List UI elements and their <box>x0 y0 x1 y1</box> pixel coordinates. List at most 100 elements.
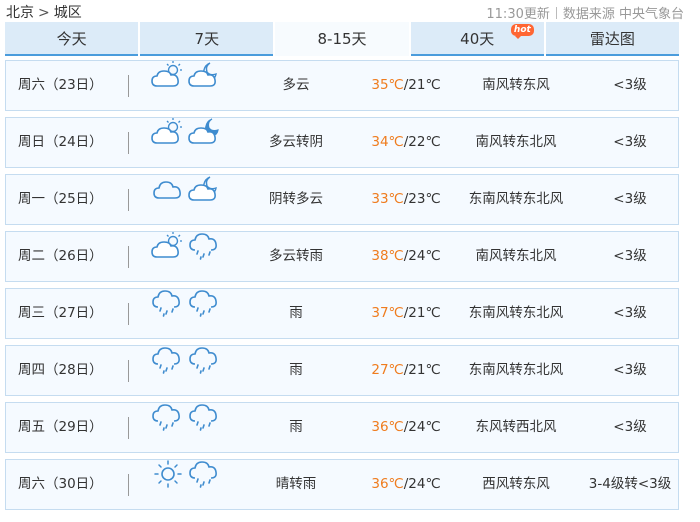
breadcrumb-separator: > <box>38 5 50 21</box>
weather-icons <box>151 460 225 509</box>
wind-direction: 西风转东风 <box>482 476 550 492</box>
forecast-tabs: 今天 7天 8-15天 40天 hot 雷达图 <box>5 22 680 56</box>
wind-level: <3级 <box>613 419 647 435</box>
tab-label: 今天 <box>56 29 87 48</box>
wind-level: <3级 <box>613 77 647 93</box>
row-divider <box>128 189 129 211</box>
wind-direction: 东南风转东北风 <box>468 305 564 321</box>
temperature: 35℃/21℃ <box>366 61 446 110</box>
row-divider <box>128 417 129 439</box>
row-divider <box>128 360 129 382</box>
partly-cloudy-day-icon <box>151 60 188 111</box>
tab-8-15-days[interactable]: 8-15天 <box>275 22 409 56</box>
update-meta: 11:30更新 数据来源 中央气象台 <box>486 3 684 22</box>
high-temp: 34℃ <box>371 134 404 150</box>
tab-label: 7天 <box>194 29 220 48</box>
breadcrumb-city[interactable]: 北京 <box>6 5 34 21</box>
tab-radar[interactable]: 雷达图 <box>545 22 680 56</box>
tab-label: 雷达图 <box>589 29 635 48</box>
partly-cloudy-day-icon <box>151 231 188 282</box>
temperature: 36℃/24℃ <box>366 460 446 509</box>
wind-direction: 东南风转东北风 <box>468 362 564 378</box>
row-divider <box>128 474 129 496</box>
weather-icons <box>151 118 225 167</box>
forecast-day: 周日（24日） <box>18 134 103 150</box>
row-divider <box>128 132 129 154</box>
forecast-row: 周六（30日） 晴转雨 36℃/24℃ 西风转东风 3-4级转<3级 <box>5 459 679 510</box>
wind-level: <3级 <box>613 134 647 150</box>
forecast-list: 周六（23日） 多云 35℃/21℃ 南风转东风 <3级 周日（24日） 多云转阴 34℃… <box>5 60 679 516</box>
temperature: 27℃/21℃ <box>366 346 446 395</box>
weather-description: 雨 <box>289 362 303 378</box>
partly-cloudy-day-icon <box>151 117 188 168</box>
wind-direction: 南风转东北风 <box>475 134 557 150</box>
weather-icons <box>151 232 225 281</box>
tab-label: 8-15天 <box>317 29 367 48</box>
wind-level: <3级 <box>613 191 647 207</box>
forecast-row: 周四（28日） 雨 27℃/21℃ 东南风转东北风 <3级 <box>5 345 679 396</box>
low-temp: /22℃ <box>403 134 441 150</box>
sunny-icon <box>151 459 188 510</box>
rain-icon <box>151 402 188 453</box>
wind-level: <3级 <box>613 248 647 264</box>
forecast-day: 周六（23日） <box>18 77 103 93</box>
weather-icons <box>151 403 225 452</box>
weather-description: 晴转雨 <box>275 476 317 492</box>
weather-description: 多云转阴 <box>269 134 323 150</box>
temperature: 34℃/22℃ <box>366 118 446 167</box>
forecast-day: 周三（27日） <box>18 305 103 321</box>
weather-icons <box>151 289 225 338</box>
forecast-row: 周二（26日） 多云转雨 38℃/24℃ 南风转东北风 <3级 <box>5 231 679 282</box>
low-temp: /21℃ <box>403 362 441 378</box>
high-temp: 36℃ <box>371 476 404 492</box>
high-temp: 36℃ <box>371 419 404 435</box>
row-divider <box>128 303 129 325</box>
meta-divider <box>555 7 557 19</box>
high-temp: 38℃ <box>371 248 404 264</box>
breadcrumb-district[interactable]: 城区 <box>54 5 82 21</box>
low-temp: /23℃ <box>403 191 441 207</box>
tab-7-days[interactable]: 7天 <box>140 22 274 56</box>
wind-level: 3-4级转<3级 <box>588 476 672 492</box>
row-divider <box>128 75 129 97</box>
wind-direction: 南风转东风 <box>482 77 550 93</box>
hot-badge: hot <box>510 24 534 39</box>
forecast-row: 周六（23日） 多云 35℃/21℃ 南风转东风 <3级 <box>5 60 679 111</box>
temperature: 37℃/21℃ <box>366 289 446 338</box>
wind-direction: 东风转西北风 <box>475 419 557 435</box>
forecast-row: 周日（24日） 多云转阴 34℃/22℃ 南风转东北风 <3级 <box>5 117 679 168</box>
weather-icons <box>151 175 225 224</box>
forecast-day: 周一（25日） <box>18 191 103 207</box>
update-time: 11:30更新 <box>486 7 550 22</box>
high-temp: 27℃ <box>371 362 404 378</box>
wind-direction: 东南风转东北风 <box>468 191 564 207</box>
wind-level: <3级 <box>613 362 647 378</box>
forecast-day: 周四（28日） <box>18 362 103 378</box>
forecast-row: 周五（29日） 雨 36℃/24℃ 东风转西北风 <3级 <box>5 402 679 453</box>
weather-icons <box>151 346 225 395</box>
temperature: 33℃/23℃ <box>366 175 446 224</box>
forecast-row: 周三（27日） 雨 37℃/21℃ 东南风转东北风 <3级 <box>5 288 679 339</box>
rain-icon <box>151 288 188 339</box>
top-bar: 北京 > 城区 11:30更新 数据来源 中央气象台 <box>0 0 700 22</box>
high-temp: 35℃ <box>371 77 404 93</box>
rain-icon <box>151 345 188 396</box>
low-temp: /21℃ <box>403 305 441 321</box>
temperature: 38℃/24℃ <box>366 232 446 281</box>
low-temp: /24℃ <box>403 419 441 435</box>
cloudy-icon <box>151 174 188 225</box>
weather-description: 多云转雨 <box>269 248 323 264</box>
tab-40-days[interactable]: 40天 hot <box>410 22 544 56</box>
tab-today[interactable]: 今天 <box>5 22 139 56</box>
temperature: 36℃/24℃ <box>366 403 446 452</box>
wind-level: <3级 <box>613 305 647 321</box>
data-source: 数据来源 中央气象台 <box>562 7 684 22</box>
weather-description: 多云 <box>282 77 310 93</box>
high-temp: 33℃ <box>371 191 404 207</box>
forecast-day: 周二（26日） <box>18 248 103 264</box>
weather-description: 阴转多云 <box>269 191 323 207</box>
low-temp: /21℃ <box>403 77 441 93</box>
tab-label: 40天 <box>460 29 495 48</box>
high-temp: 37℃ <box>371 305 404 321</box>
forecast-day: 周五（29日） <box>18 419 103 435</box>
